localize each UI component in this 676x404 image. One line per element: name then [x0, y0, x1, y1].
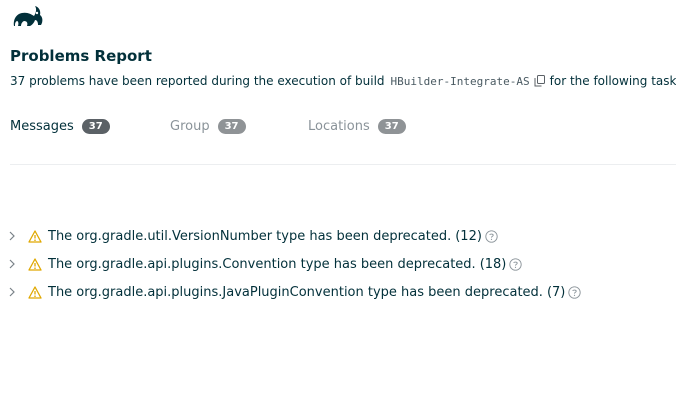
help-icon[interactable] — [568, 285, 582, 299]
problems-list: The org.gradle.util.VersionNumber type h… — [8, 222, 668, 306]
tab-label: Messages — [10, 119, 74, 134]
tab-messages[interactable]: Messages 37 — [10, 119, 110, 134]
report-tabs: Messages 37 Group 37 Locations 37 — [10, 119, 676, 139]
warning-icon — [28, 257, 42, 271]
problem-message: The org.gradle.api.plugins.JavaPluginCon… — [48, 284, 543, 300]
problem-message: The org.gradle.api.plugins.Convention ty… — [48, 256, 476, 272]
tab-label: Group — [170, 119, 210, 134]
page-title: Problems Report — [10, 47, 152, 65]
chevron-right-icon[interactable] — [8, 231, 20, 241]
problem-count: (18) — [479, 256, 507, 272]
problem-message: The org.gradle.util.VersionNumber type h… — [48, 228, 452, 244]
problem-count: (7) — [546, 284, 566, 300]
tab-group[interactable]: Group 37 — [170, 119, 246, 134]
help-icon[interactable] — [485, 229, 498, 243]
report-summary: 37 problems have been reported during th… — [10, 74, 676, 88]
tab-locations[interactable]: Locations 37 — [308, 119, 406, 134]
summary-suffix: for the following tasks: — [549, 74, 676, 88]
copy-icon[interactable] — [534, 75, 545, 87]
problem-item[interactable]: The org.gradle.api.plugins.JavaPluginCon… — [8, 278, 668, 306]
tab-count-badge: 37 — [217, 119, 246, 134]
warning-icon — [28, 285, 42, 299]
problem-item[interactable]: The org.gradle.util.VersionNumber type h… — [8, 222, 668, 250]
tab-count-badge: 37 — [81, 119, 110, 134]
summary-prefix: 37 problems have been reported during th… — [10, 74, 385, 88]
tab-count-badge: 37 — [377, 119, 406, 134]
tab-label: Locations — [308, 119, 370, 134]
build-name: HBuilder-Integrate-AS — [390, 74, 530, 88]
problem-count: (12) — [455, 228, 482, 244]
gradle-elephant-icon[interactable] — [10, 4, 44, 30]
problem-item[interactable]: The org.gradle.api.plugins.Convention ty… — [8, 250, 668, 278]
problems-report-page: Problems Report 37 problems have been re… — [0, 0, 676, 404]
chevron-right-icon[interactable] — [8, 259, 20, 269]
help-icon[interactable] — [509, 257, 523, 271]
warning-icon — [28, 229, 42, 243]
chevron-right-icon[interactable] — [8, 287, 20, 297]
tabs-divider — [10, 164, 676, 165]
